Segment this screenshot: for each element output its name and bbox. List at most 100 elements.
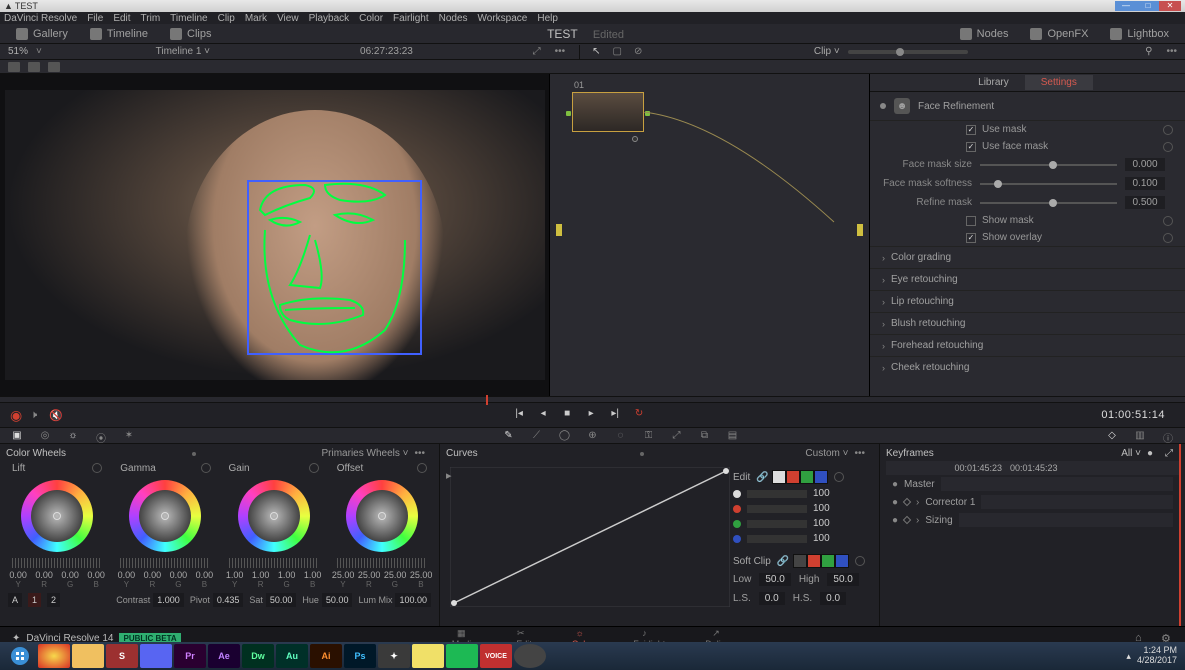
- node-thumbnail[interactable]: [572, 92, 644, 132]
- gallery-button[interactable]: Gallery: [10, 26, 74, 42]
- node-alpha-output[interactable]: [632, 136, 638, 142]
- color-match-icon[interactable]: ◎: [38, 430, 52, 442]
- channel-b-button[interactable]: [814, 470, 828, 484]
- channel-intensity-bar[interactable]: [747, 535, 807, 543]
- keyframe-enable-icon[interactable]: ●: [892, 515, 898, 526]
- data-burn-icon[interactable]: ▤: [726, 430, 740, 442]
- reset-icon[interactable]: [1163, 216, 1173, 226]
- taskbar-explorer[interactable]: [72, 644, 104, 668]
- node-tool-icon[interactable]: ▢: [607, 46, 628, 57]
- viewer-mode-icon[interactable]: [48, 62, 60, 72]
- section-forehead-retouching[interactable]: ›Forehead retouching: [870, 334, 1185, 356]
- menu-item[interactable]: Clip: [218, 13, 235, 24]
- wheel-value[interactable]: 0.00: [193, 570, 215, 580]
- tab-library[interactable]: Library: [962, 75, 1025, 90]
- page-2-button[interactable]: 2: [47, 593, 60, 607]
- stereo-icon[interactable]: ⧉: [698, 430, 712, 442]
- expand-icon[interactable]: ⤢: [527, 46, 547, 57]
- channel-value[interactable]: 100: [813, 518, 830, 529]
- section-color-grading[interactable]: ›Color grading: [870, 246, 1185, 268]
- wheel-value[interactable]: 0.00: [33, 570, 55, 580]
- search-icon[interactable]: ⚲: [1139, 46, 1158, 57]
- menu-item[interactable]: Workspace: [478, 13, 528, 24]
- high-value[interactable]: 50.0: [827, 573, 858, 586]
- motion-effects-icon[interactable]: ✶: [122, 430, 136, 442]
- jog-wheel[interactable]: [120, 558, 210, 568]
- qualifier-icon[interactable]: ⟋: [530, 430, 544, 442]
- taskbar-voicemeeter[interactable]: VOICE: [480, 644, 512, 668]
- reset-icon[interactable]: [309, 463, 319, 473]
- taskbar-notes[interactable]: [412, 644, 444, 668]
- taskbar-premiere[interactable]: Pr: [174, 644, 206, 668]
- channel-value[interactable]: 100: [813, 503, 830, 514]
- wheels-mode-dropdown[interactable]: Primaries Wheels ˅: [322, 448, 409, 459]
- channel-y-button[interactable]: [772, 470, 786, 484]
- keyframe-track-row[interactable]: ● Master: [886, 475, 1179, 493]
- sat-value[interactable]: 50.00: [266, 593, 297, 607]
- wheel-value[interactable]: 1.00: [224, 570, 246, 580]
- use-mask-checkbox[interactable]: [966, 125, 976, 135]
- reset-icon[interactable]: [1163, 233, 1173, 243]
- openfx-button[interactable]: OpenFX: [1024, 26, 1094, 42]
- channel-r-button[interactable]: [786, 470, 800, 484]
- face-mask-size-slider[interactable]: [980, 164, 1117, 166]
- zoom-dropdown[interactable]: 51%: [0, 46, 36, 57]
- expand-icon[interactable]: ⤢: [1159, 448, 1179, 459]
- timeline-name-dropdown[interactable]: Timeline 1 ˅: [156, 46, 210, 57]
- softclip-g-button[interactable]: [821, 554, 835, 568]
- channel-value[interactable]: 100: [813, 533, 830, 544]
- channel-dot-icon[interactable]: [733, 490, 741, 498]
- curves-icon[interactable]: ✎: [502, 430, 516, 442]
- wheel-value[interactable]: 25.00: [332, 570, 354, 580]
- taskbar-obs[interactable]: [514, 644, 546, 668]
- show-overlay-checkbox[interactable]: [966, 233, 976, 243]
- panel-dot-icon[interactable]: [640, 452, 644, 456]
- start-button[interactable]: [4, 644, 36, 668]
- channel-intensity-bar[interactable]: [747, 520, 807, 528]
- channel-value[interactable]: 100: [813, 488, 830, 499]
- keyframe-enable-icon[interactable]: ●: [892, 479, 898, 490]
- reset-icon[interactable]: [834, 472, 844, 482]
- channel-dot-icon[interactable]: [733, 505, 741, 513]
- use-face-mask-checkbox[interactable]: [966, 142, 976, 152]
- jog-wheel[interactable]: [12, 558, 102, 568]
- wheel-value[interactable]: 25.00: [410, 570, 432, 580]
- link-tool-icon[interactable]: ⊘: [628, 46, 648, 57]
- viewer-scrubber[interactable]: [0, 396, 1185, 402]
- keyframe-track[interactable]: [959, 513, 1173, 527]
- reset-icon[interactable]: [1163, 142, 1173, 152]
- refine-mask-value[interactable]: 0.500: [1125, 196, 1165, 209]
- menu-item[interactable]: Fairlight: [393, 13, 429, 24]
- hue-value[interactable]: 50.00: [322, 593, 353, 607]
- low-value[interactable]: 50.0: [759, 573, 790, 586]
- chevron-right-icon[interactable]: ›: [916, 497, 919, 508]
- section-eye-retouching[interactable]: ›Eye retouching: [870, 268, 1185, 290]
- window-icon[interactable]: ◯: [558, 430, 572, 442]
- curve-editor[interactable]: ▸: [450, 467, 730, 607]
- wheel-value[interactable]: 25.00: [384, 570, 406, 580]
- taskbar-audition[interactable]: Au: [276, 644, 308, 668]
- taskbar-discord[interactable]: [140, 644, 172, 668]
- channel-g-button[interactable]: [800, 470, 814, 484]
- hs-value[interactable]: 0.0: [820, 592, 846, 605]
- section-cheek-retouching[interactable]: ›Cheek retouching: [870, 356, 1185, 378]
- tray-chevron-icon[interactable]: ▴: [1126, 651, 1131, 662]
- loop-button[interactable]: ↻: [632, 408, 646, 422]
- jog-wheel[interactable]: [337, 558, 427, 568]
- plugin-header[interactable]: ☻ Face Refinement: [870, 92, 1185, 121]
- keyframe-playhead[interactable]: [1179, 444, 1181, 626]
- tracker-icon[interactable]: ⊕: [586, 430, 600, 442]
- enable-dot-icon[interactable]: [880, 103, 886, 109]
- menu-item[interactable]: Playback: [309, 13, 350, 24]
- face-mask-size-value[interactable]: 0.000: [1125, 158, 1165, 171]
- playhead-icon[interactable]: [486, 395, 488, 405]
- menu-item[interactable]: View: [277, 13, 299, 24]
- section-lip-retouching[interactable]: ›Lip retouching: [870, 290, 1185, 312]
- wheel-value[interactable]: 0.00: [7, 570, 29, 580]
- wheel-value[interactable]: 25.00: [358, 570, 380, 580]
- taskbar-aftereffects[interactable]: Ae: [208, 644, 240, 668]
- info-icon[interactable]: ⓘ: [1161, 430, 1175, 442]
- next-frame-button[interactable]: ▸|: [608, 408, 622, 422]
- color-wheel-gain[interactable]: [238, 480, 310, 552]
- viewer[interactable]: [0, 74, 550, 396]
